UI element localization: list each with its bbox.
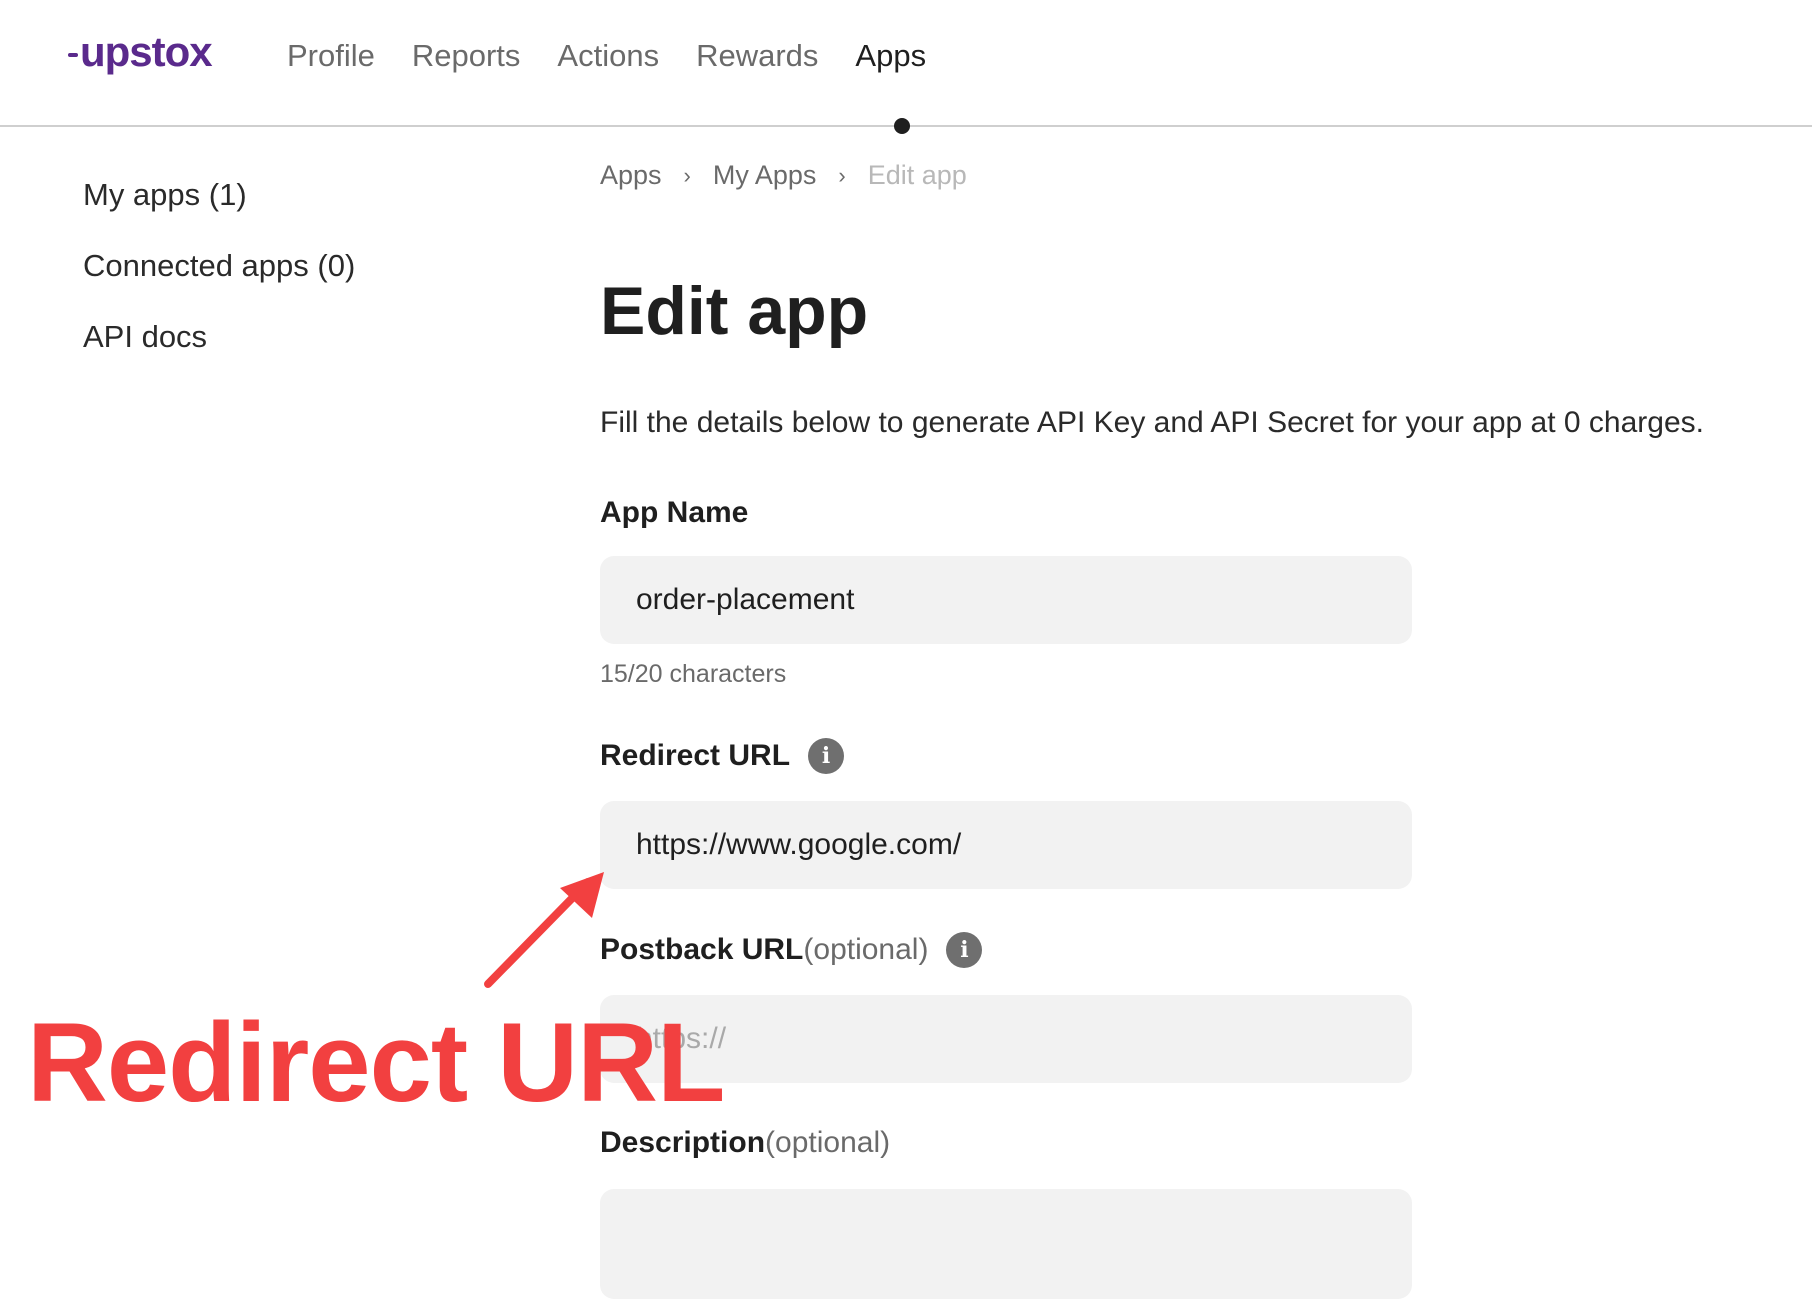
- breadcrumb-my-apps[interactable]: My Apps: [713, 160, 817, 191]
- main-content: Apps › My Apps › Edit app Edit app Fill …: [600, 160, 1800, 1299]
- description-label-text: Description: [600, 1126, 766, 1159]
- nav-profile[interactable]: Profile: [287, 38, 375, 74]
- breadcrumb-separator: ›: [683, 162, 691, 188]
- annotation-label: Redirect URL: [27, 1000, 725, 1125]
- postback-url-label: Postback URL (optional) i: [600, 932, 983, 968]
- info-icon[interactable]: i: [808, 738, 845, 774]
- postback-url-optional-text: (optional): [803, 933, 929, 966]
- redirect-url-label: Redirect URL i: [600, 738, 845, 774]
- logo-swoosh-icon: [68, 52, 78, 57]
- nav-actions[interactable]: Actions: [557, 38, 659, 74]
- top-navigation-bar: upstox Profile Reports Actions Rewards A…: [0, 0, 1812, 134]
- sidebar-item-connected-apps[interactable]: Connected apps (0): [83, 248, 355, 319]
- sidebar-item-my-apps[interactable]: My apps (1): [83, 177, 355, 248]
- redirect-url-input[interactable]: https://www.google.com/: [600, 801, 1412, 889]
- breadcrumb-edit-app: Edit app: [867, 160, 967, 190]
- description-optional-text: (optional): [765, 1126, 891, 1159]
- app-name-input[interactable]: order-placement: [600, 556, 1412, 644]
- logo-text: upstox: [80, 28, 213, 75]
- page-title: Edit app: [600, 273, 869, 349]
- annotation-arrow-icon: [484, 872, 604, 988]
- breadcrumb-apps[interactable]: Apps: [600, 160, 662, 191]
- app-name-label-text: App Name: [600, 496, 749, 529]
- active-nav-indicator: [894, 118, 910, 134]
- breadcrumb: Apps › My Apps › Edit app: [600, 160, 1800, 191]
- info-icon[interactable]: i: [946, 932, 983, 968]
- sidebar-item-api-docs[interactable]: API docs: [83, 319, 355, 390]
- nav-reports[interactable]: Reports: [412, 38, 521, 74]
- nav-rewards[interactable]: Rewards: [696, 38, 818, 74]
- app-name-label: App Name: [600, 496, 748, 530]
- description-label: Description (optional): [600, 1126, 890, 1160]
- upstox-logo[interactable]: upstox: [68, 28, 213, 76]
- page-subtitle: Fill the details below to generate API K…: [600, 406, 1704, 439]
- breadcrumb-separator: ›: [838, 162, 846, 188]
- sidebar: My apps (1) Connected apps (0) API docs: [83, 177, 355, 390]
- description-textarea[interactable]: [600, 1189, 1412, 1299]
- nav-apps[interactable]: Apps: [855, 38, 926, 74]
- app-name-char-count: 15/20 characters: [600, 660, 787, 688]
- redirect-url-label-text: Redirect URL: [600, 739, 791, 772]
- postback-url-label-text: Postback URL: [600, 933, 804, 966]
- main-nav: Profile Reports Actions Rewards Apps: [287, 38, 963, 74]
